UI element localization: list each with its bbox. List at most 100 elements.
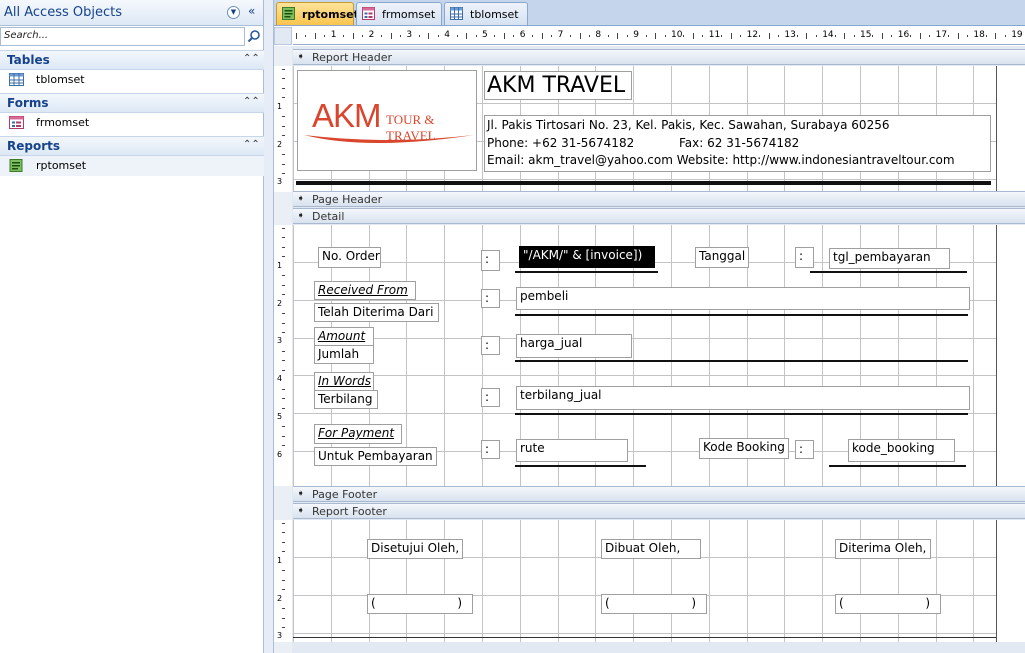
underline[interactable] [810,271,967,273]
signature-box[interactable]: ( ) [367,594,473,614]
nav-header[interactable]: All Access Objects ▼ « [0,0,263,26]
section-bar-page-footer[interactable]: ➧ Page Footer [293,486,1025,502]
ruler-tick [305,35,307,37]
invoice-textbox[interactable]: "/AKM/" & [invoice]) [519,246,655,268]
report-width-edge[interactable] [996,520,997,642]
horizontal-ruler[interactable]: 1 2 3 4 5 6 7 8 9 10 11 12 13 14 15 16 17 18 19 [293,27,1025,45]
underline[interactable] [515,314,968,316]
untuk-pembayaran-label[interactable]: Untuk Pembayaran [314,447,437,466]
terbilang-label[interactable]: Terbilang [314,390,378,409]
ruler-tick [579,33,581,39]
ruler-tick [428,33,430,39]
nav-title[interactable]: All Access Objects [4,5,122,20]
nav-group-reports[interactable]: Reports ⌃⌃ [0,136,264,156]
grid-line [331,520,332,642]
report-selector[interactable] [274,27,292,45]
colon-label[interactable]: : [481,289,500,308]
ruler-tick [282,579,285,581]
phone-text: Phone: +62 31-5674182 [487,136,635,150]
grid-line [558,520,559,642]
telah-diterima-label[interactable]: Telah Diterima Dari [314,303,439,322]
report-header-section[interactable]: AKM TOUR & TRAVEL AKM TRAVEL Jl. Pakis T… [293,66,1025,192]
pane-splitter[interactable] [264,0,274,653]
colon-label[interactable]: : [795,247,814,268]
dibuat-label[interactable]: Dibuat Oleh, [601,539,701,559]
colon-label[interactable]: : [481,440,500,459]
kode-booking-label[interactable]: Kode Booking [699,438,789,459]
collapse-group-icon[interactable]: ⌃⌃ [243,53,260,64]
report-footer-section[interactable]: Disetujui Oleh, Dibuat Oleh, Diterima Ol… [293,520,1025,642]
report-width-edge[interactable] [996,66,997,192]
ruler-tick [343,35,345,37]
tab-frmomset[interactable]: frmomset [356,2,442,25]
colon-label[interactable]: : [481,250,500,271]
signature-box[interactable]: ( ) [601,594,707,614]
ruler-number: 15 [860,30,872,40]
underline[interactable] [515,360,968,362]
tab-tblomset[interactable]: tblomset [444,2,528,25]
nav-item-frmomset[interactable]: frmomset [0,113,264,133]
jumlah-label[interactable]: Jumlah [314,345,374,364]
underline[interactable] [515,271,658,273]
collapse-pane-icon[interactable]: « [248,4,255,18]
nav-item-label: tblomset [36,73,85,86]
disetujui-label[interactable]: Disetujui Oleh, [367,539,463,559]
ruler-tick [282,163,285,165]
ruler-number: 8 [595,30,602,40]
collapse-group-icon[interactable]: ⌃⌃ [243,96,260,107]
harga-jual-textbox[interactable]: harga_jual [516,334,632,358]
nav-item-tblomset[interactable]: tblomset [0,70,264,90]
underline[interactable] [515,413,968,415]
colon-label[interactable]: : [481,336,500,355]
tab-rptomset[interactable]: rptomset [276,2,359,25]
no-order-label[interactable]: No. Order [318,247,381,268]
contact-text: Email: akm_travel@yahoo.com Website: htt… [487,153,955,167]
tgl-pembayaran-textbox[interactable]: tgl_pembayaran [829,248,950,269]
section-bar-detail[interactable]: ➧ Detail [293,208,1025,224]
header-separator-line[interactable] [296,181,991,185]
company-name-label[interactable]: AKM TRAVEL [484,71,632,100]
pembeli-textbox[interactable]: pembeli [516,287,970,310]
nav-group-tables[interactable]: Tables ⌃⌃ [0,50,264,70]
underline[interactable] [515,465,646,467]
tanggal-label[interactable]: Tanggal [695,247,749,268]
grid-line [293,225,294,486]
nav-group-forms[interactable]: Forms ⌃⌃ [0,93,264,113]
ruler-tick [282,617,285,619]
ruler-tick [352,33,354,39]
colon-label[interactable]: : [481,388,500,407]
signature-box[interactable]: ( ) [835,594,941,614]
tab-label: rptomset [302,8,359,21]
diterima-label[interactable]: Diterima Oleh, [835,539,931,559]
colon-label[interactable]: : [795,440,814,459]
terbilang-jual-textbox[interactable]: terbilang_jual [516,386,970,410]
collapse-group-icon[interactable]: ⌃⌃ [243,139,260,150]
in-words-label[interactable]: In Words [314,372,374,391]
nav-item-rptomset[interactable]: rptomset [0,156,264,176]
nav-item-label: rptomset [36,159,87,172]
ruler-tick [282,551,285,553]
ruler-tick [282,532,285,534]
ruler-tick [768,33,770,39]
underline[interactable] [829,465,966,467]
report-width-edge[interactable] [996,225,997,486]
section-bar-report-footer[interactable]: ➧ Report Footer [293,503,1025,519]
ruler-tick [282,135,285,137]
amount-label[interactable]: Amount [314,327,374,346]
for-payment-label[interactable]: For Payment [314,424,402,444]
section-bar-report-header[interactable]: ➧ Report Header [293,49,1025,65]
rute-textbox[interactable]: rute [516,439,628,462]
received-from-label[interactable]: Received From [314,281,416,300]
company-info-box[interactable]: Jl. Pakis Tirtosari No. 23, Kel. Pakis, … [484,115,991,172]
detail-section[interactable]: No. Order : "/AKM/" & [invoice]) Tanggal… [293,225,1025,486]
ruler-tick [570,35,572,37]
kode-booking-textbox[interactable]: kode_booking [848,439,955,462]
ruler-tick [645,35,647,37]
chevron-down-icon[interactable]: ▼ [227,6,240,19]
search-icon[interactable] [247,29,261,43]
search-input[interactable]: Search... [0,27,245,46]
ruler-tick [759,35,761,37]
section-bar-page-header[interactable]: ➧ Page Header [293,191,1025,207]
ruler-tick [995,33,997,39]
vertical-ruler[interactable]: 1 2 3 1 2 3 4 5 6 1 2 3 [274,46,292,653]
